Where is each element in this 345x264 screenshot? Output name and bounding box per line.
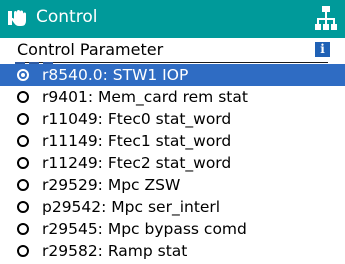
radio-button[interactable] <box>17 135 29 147</box>
info-icon[interactable]: i <box>315 42 330 57</box>
list-item-label: r11049: Ftec0 stat_word <box>42 110 232 128</box>
radio-button[interactable] <box>17 113 29 125</box>
list-item-label: p29542: Mpc ser_interl <box>42 198 221 216</box>
hand-control-icon <box>8 10 26 26</box>
list-item-label: r8540.0: STW1 IOP <box>42 66 189 84</box>
list-item[interactable]: r9401: Mem_card rem stat <box>0 86 345 108</box>
list-item-label: r29529: Mpc ZSW <box>42 176 181 194</box>
subheader: Control Parameter i <box>0 38 345 64</box>
section-title: Control Parameter <box>17 40 164 59</box>
network-tree-icon[interactable] <box>315 5 337 33</box>
page-title: Control <box>36 7 98 27</box>
list-item[interactable]: r11249: Ftec2 stat_word <box>0 152 345 174</box>
list-item[interactable]: r11149: Ftec1 stat_word <box>0 130 345 152</box>
radio-button[interactable] <box>17 157 29 169</box>
parameter-list: r8540.0: STW1 IOP r9401: Mem_card rem st… <box>0 64 345 262</box>
radio-button[interactable] <box>17 245 29 257</box>
header-bar: Control <box>0 0 345 38</box>
list-item[interactable]: p29542: Mpc ser_interl <box>0 196 345 218</box>
list-item[interactable]: r8540.0: STW1 IOP <box>0 64 345 86</box>
list-item[interactable]: r29529: Mpc ZSW <box>0 174 345 196</box>
list-item-label: r29545: Mpc bypass comd <box>42 220 247 238</box>
list-item-label: r9401: Mem_card rem stat <box>42 88 248 106</box>
radio-button[interactable] <box>17 91 29 103</box>
list-item-label: r11149: Ftec1 stat_word <box>42 132 232 150</box>
list-item-label: r11249: Ftec2 stat_word <box>42 154 232 172</box>
radio-button[interactable] <box>17 201 29 213</box>
list-item[interactable]: r29582: Ramp stat <box>0 240 345 262</box>
divider <box>15 62 328 63</box>
list-item[interactable]: r11049: Ftec0 stat_word <box>0 108 345 130</box>
radio-button[interactable] <box>17 223 29 235</box>
radio-button[interactable] <box>17 179 29 191</box>
list-item-label: r29582: Ramp stat <box>42 242 188 260</box>
radio-button[interactable] <box>17 69 29 81</box>
list-item[interactable]: r29545: Mpc bypass comd <box>0 218 345 240</box>
